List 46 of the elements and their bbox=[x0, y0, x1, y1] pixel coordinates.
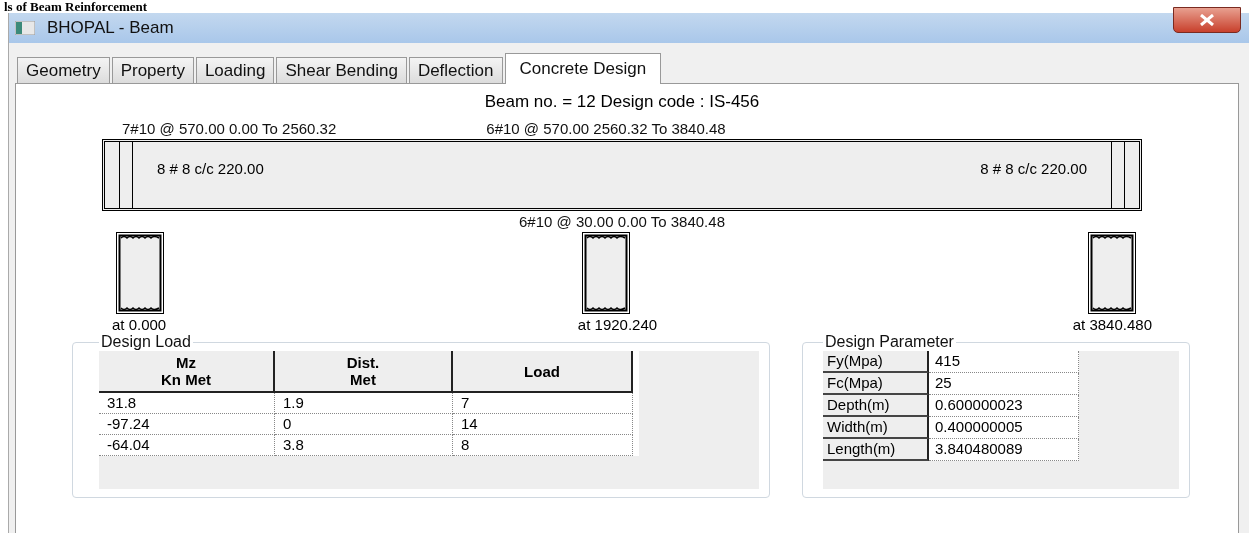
column-header: Mz Kn Met bbox=[99, 351, 275, 393]
bar-label: 6#10 @ 570.00 2560.32 To 3840.48 bbox=[486, 120, 726, 137]
row-header: Length(m) bbox=[823, 439, 929, 461]
tab[interactable]: Shear Bending bbox=[276, 57, 407, 83]
table-cell: 25 bbox=[929, 373, 1079, 395]
section-label: at 1920.240 bbox=[577, 316, 658, 333]
column-header: Load bbox=[453, 351, 633, 393]
stirrup-label: 8 # 8 c/c 220.00 bbox=[156, 160, 265, 177]
table-cell: 14 bbox=[453, 414, 633, 435]
table-cell: 3.840480089 bbox=[929, 439, 1079, 461]
table-cell: 31.8 bbox=[99, 393, 275, 414]
close-button[interactable] bbox=[1173, 7, 1241, 33]
tab[interactable]: Deflection bbox=[408, 57, 503, 83]
stirrup-label: 8 # 8 c/c 220.00 bbox=[979, 160, 1088, 177]
tab[interactable]: Loading bbox=[195, 57, 275, 83]
row-header: Fc(Mpa) bbox=[823, 373, 929, 395]
tab[interactable]: Geometry bbox=[17, 57, 110, 83]
design-summary: Beam no. = 12 Design code : IS-456 bbox=[483, 91, 761, 113]
group-title: Design Load bbox=[100, 333, 192, 351]
close-icon bbox=[1199, 14, 1215, 26]
bar-label: 6#10 @ 30.00 0.00 To 3840.48 bbox=[519, 213, 725, 230]
tab[interactable]: Property bbox=[111, 57, 194, 83]
table-cell: 415 bbox=[929, 351, 1079, 373]
row-header: Depth(m) bbox=[823, 395, 929, 417]
section-label: at 3840.480 bbox=[1072, 316, 1152, 333]
table-cell: 1.9 bbox=[275, 393, 453, 414]
table-cell: -97.24 bbox=[99, 414, 275, 435]
table-cell: 0 bbox=[275, 414, 453, 435]
table-cell: 7 bbox=[453, 393, 633, 414]
tab[interactable]: Concrete Design bbox=[504, 53, 662, 84]
column-header: Dist. Met bbox=[275, 351, 453, 393]
section-label: at 0.000 bbox=[112, 316, 167, 333]
table-cell: 0.600000023 bbox=[929, 395, 1079, 417]
window-title: BHOPAL - Beam bbox=[47, 18, 174, 38]
group-title: Design Parameter bbox=[824, 333, 955, 351]
table-cell: 3.8 bbox=[275, 435, 453, 456]
bar-label: 7#10 @ 570.00 0.00 To 2560.32 bbox=[122, 120, 337, 137]
table-cell: -64.04 bbox=[99, 435, 275, 456]
app-icon bbox=[15, 21, 35, 35]
end-bars bbox=[119, 142, 133, 208]
row-header: Fy(Mpa) bbox=[823, 351, 929, 373]
end-bars bbox=[1111, 142, 1125, 208]
row-header: Width(m) bbox=[823, 417, 929, 439]
table-cell: 8 bbox=[453, 435, 633, 456]
table-cell: 0.400000005 bbox=[929, 417, 1079, 439]
document-heading: ls of Beam Reinforcement bbox=[3, 0, 148, 13]
